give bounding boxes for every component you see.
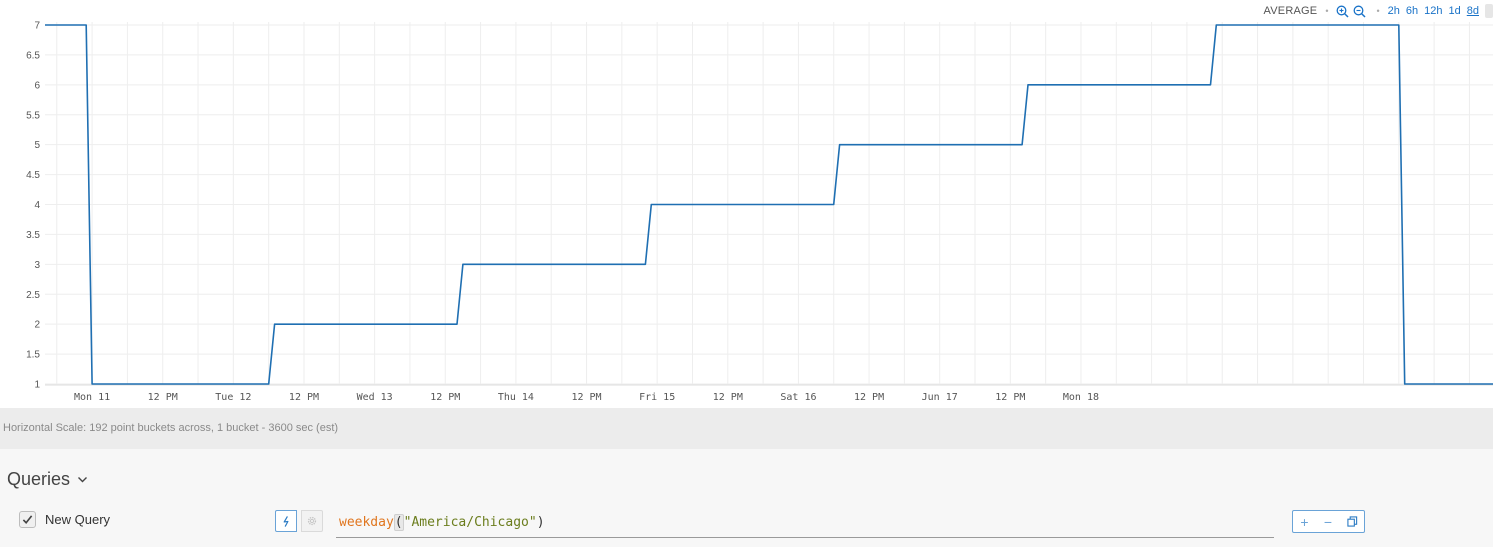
toolbar-separator-2: • — [1376, 6, 1380, 16]
x-tick-label: 12 PM — [854, 392, 884, 403]
gear-icon — [307, 516, 317, 526]
y-tick-label: 3 — [34, 260, 40, 271]
toolbar-edge — [1485, 4, 1493, 18]
x-tick-label: Mon 11 — [74, 392, 110, 403]
range-8d[interactable]: 8d — [1467, 5, 1479, 17]
range-12h[interactable]: 12h — [1424, 5, 1442, 17]
x-tick-label: 12 PM — [289, 392, 319, 403]
y-tick-label: 1 — [34, 380, 40, 391]
toolbar-separator: • — [1325, 6, 1329, 16]
y-tick-label: 2 — [34, 320, 40, 331]
y-tick-label: 5.5 — [26, 110, 40, 121]
zoom-in-icon[interactable] — [1336, 5, 1350, 18]
range-2h[interactable]: 2h — [1388, 5, 1400, 17]
remove-query-button[interactable]: − — [1316, 510, 1341, 533]
x-tick-label: Jun 17 — [922, 392, 958, 403]
copy-icon — [1346, 516, 1357, 527]
zoom-out-icon[interactable] — [1353, 5, 1367, 18]
plus-icon: + — [1300, 513, 1309, 530]
x-tick-label: 12 PM — [995, 392, 1025, 403]
clone-query-button[interactable] — [1340, 510, 1365, 533]
horizontal-scale-note: Horizontal Scale: 192 point buckets acro… — [0, 408, 1493, 449]
y-tick-label: 6.5 — [26, 50, 40, 61]
y-tick-label: 1.5 — [26, 350, 40, 361]
x-tick-label: 12 PM — [148, 392, 178, 403]
queries-title: Queries — [7, 469, 71, 489]
range-6h[interactable]: 6h — [1406, 5, 1418, 17]
summarization-label[interactable]: AVERAGE — [1264, 5, 1318, 17]
line-chart[interactable]: 1 1.5 2 2.5 3 3.5 4 4.5 5 5.5 6 6.5 7 Mon 11 12 PM Tue … — [0, 0, 1493, 408]
x-tick-label: 12 PM — [571, 392, 601, 403]
range-1d[interactable]: 1d — [1449, 5, 1461, 17]
chart-toolbar: AVERAGE • • 2h 6h 12h 1d 8d — [1264, 3, 1493, 19]
checkmark-icon — [22, 515, 33, 524]
minus-icon: − — [1323, 513, 1333, 530]
y-tick-label: 6 — [34, 80, 40, 91]
chevron-down-icon[interactable] — [77, 474, 88, 485]
queries-panel: Queries New Query weekday("America/Chica… — [0, 449, 1493, 547]
x-tick-label: Mon 18 — [1063, 392, 1099, 403]
query-expression-input[interactable]: weekday("America/Chicago") — [336, 509, 1274, 538]
y-tick-label: 4.5 — [26, 170, 40, 181]
query-settings-button[interactable] — [301, 510, 323, 532]
query-close-paren: ) — [536, 515, 545, 530]
y-tick-label: 3.5 — [26, 230, 40, 241]
x-tick-label: Wed 13 — [357, 392, 393, 403]
y-tick-label: 4 — [34, 200, 40, 211]
queries-toggle[interactable]: Queries — [7, 469, 88, 490]
x-tick-label: Sat 16 — [780, 392, 816, 403]
query-function: weekday — [339, 515, 394, 530]
x-tick-label: Tue 12 — [215, 392, 251, 403]
x-tick-label: 12 PM — [430, 392, 460, 403]
lightning-bolt-icon — [283, 515, 288, 527]
query-enabled-checkbox[interactable] — [19, 511, 36, 528]
x-tick-label: 12 PM — [713, 392, 743, 403]
chart-area[interactable]: 1 1.5 2 2.5 3 3.5 4 4.5 5 5.5 6 6.5 7 Mon 11 12 PM Tue … — [0, 0, 1493, 408]
x-tick-label: Fri 15 — [639, 392, 675, 403]
query-name[interactable]: New Query — [45, 512, 110, 527]
y-tick-label: 5 — [34, 140, 40, 151]
y-tick-label: 2.5 — [26, 290, 40, 301]
query-argument: "America/Chicago" — [403, 515, 537, 530]
query-row: New Query weekday("America/Chicago") + − — [0, 506, 1493, 542]
query-builder-toggle[interactable] — [275, 510, 297, 532]
add-query-button[interactable]: + — [1292, 510, 1317, 533]
y-tick-label: 7 — [34, 21, 40, 32]
query-open-paren: ( — [393, 514, 404, 531]
x-tick-label: Thu 14 — [498, 392, 534, 403]
